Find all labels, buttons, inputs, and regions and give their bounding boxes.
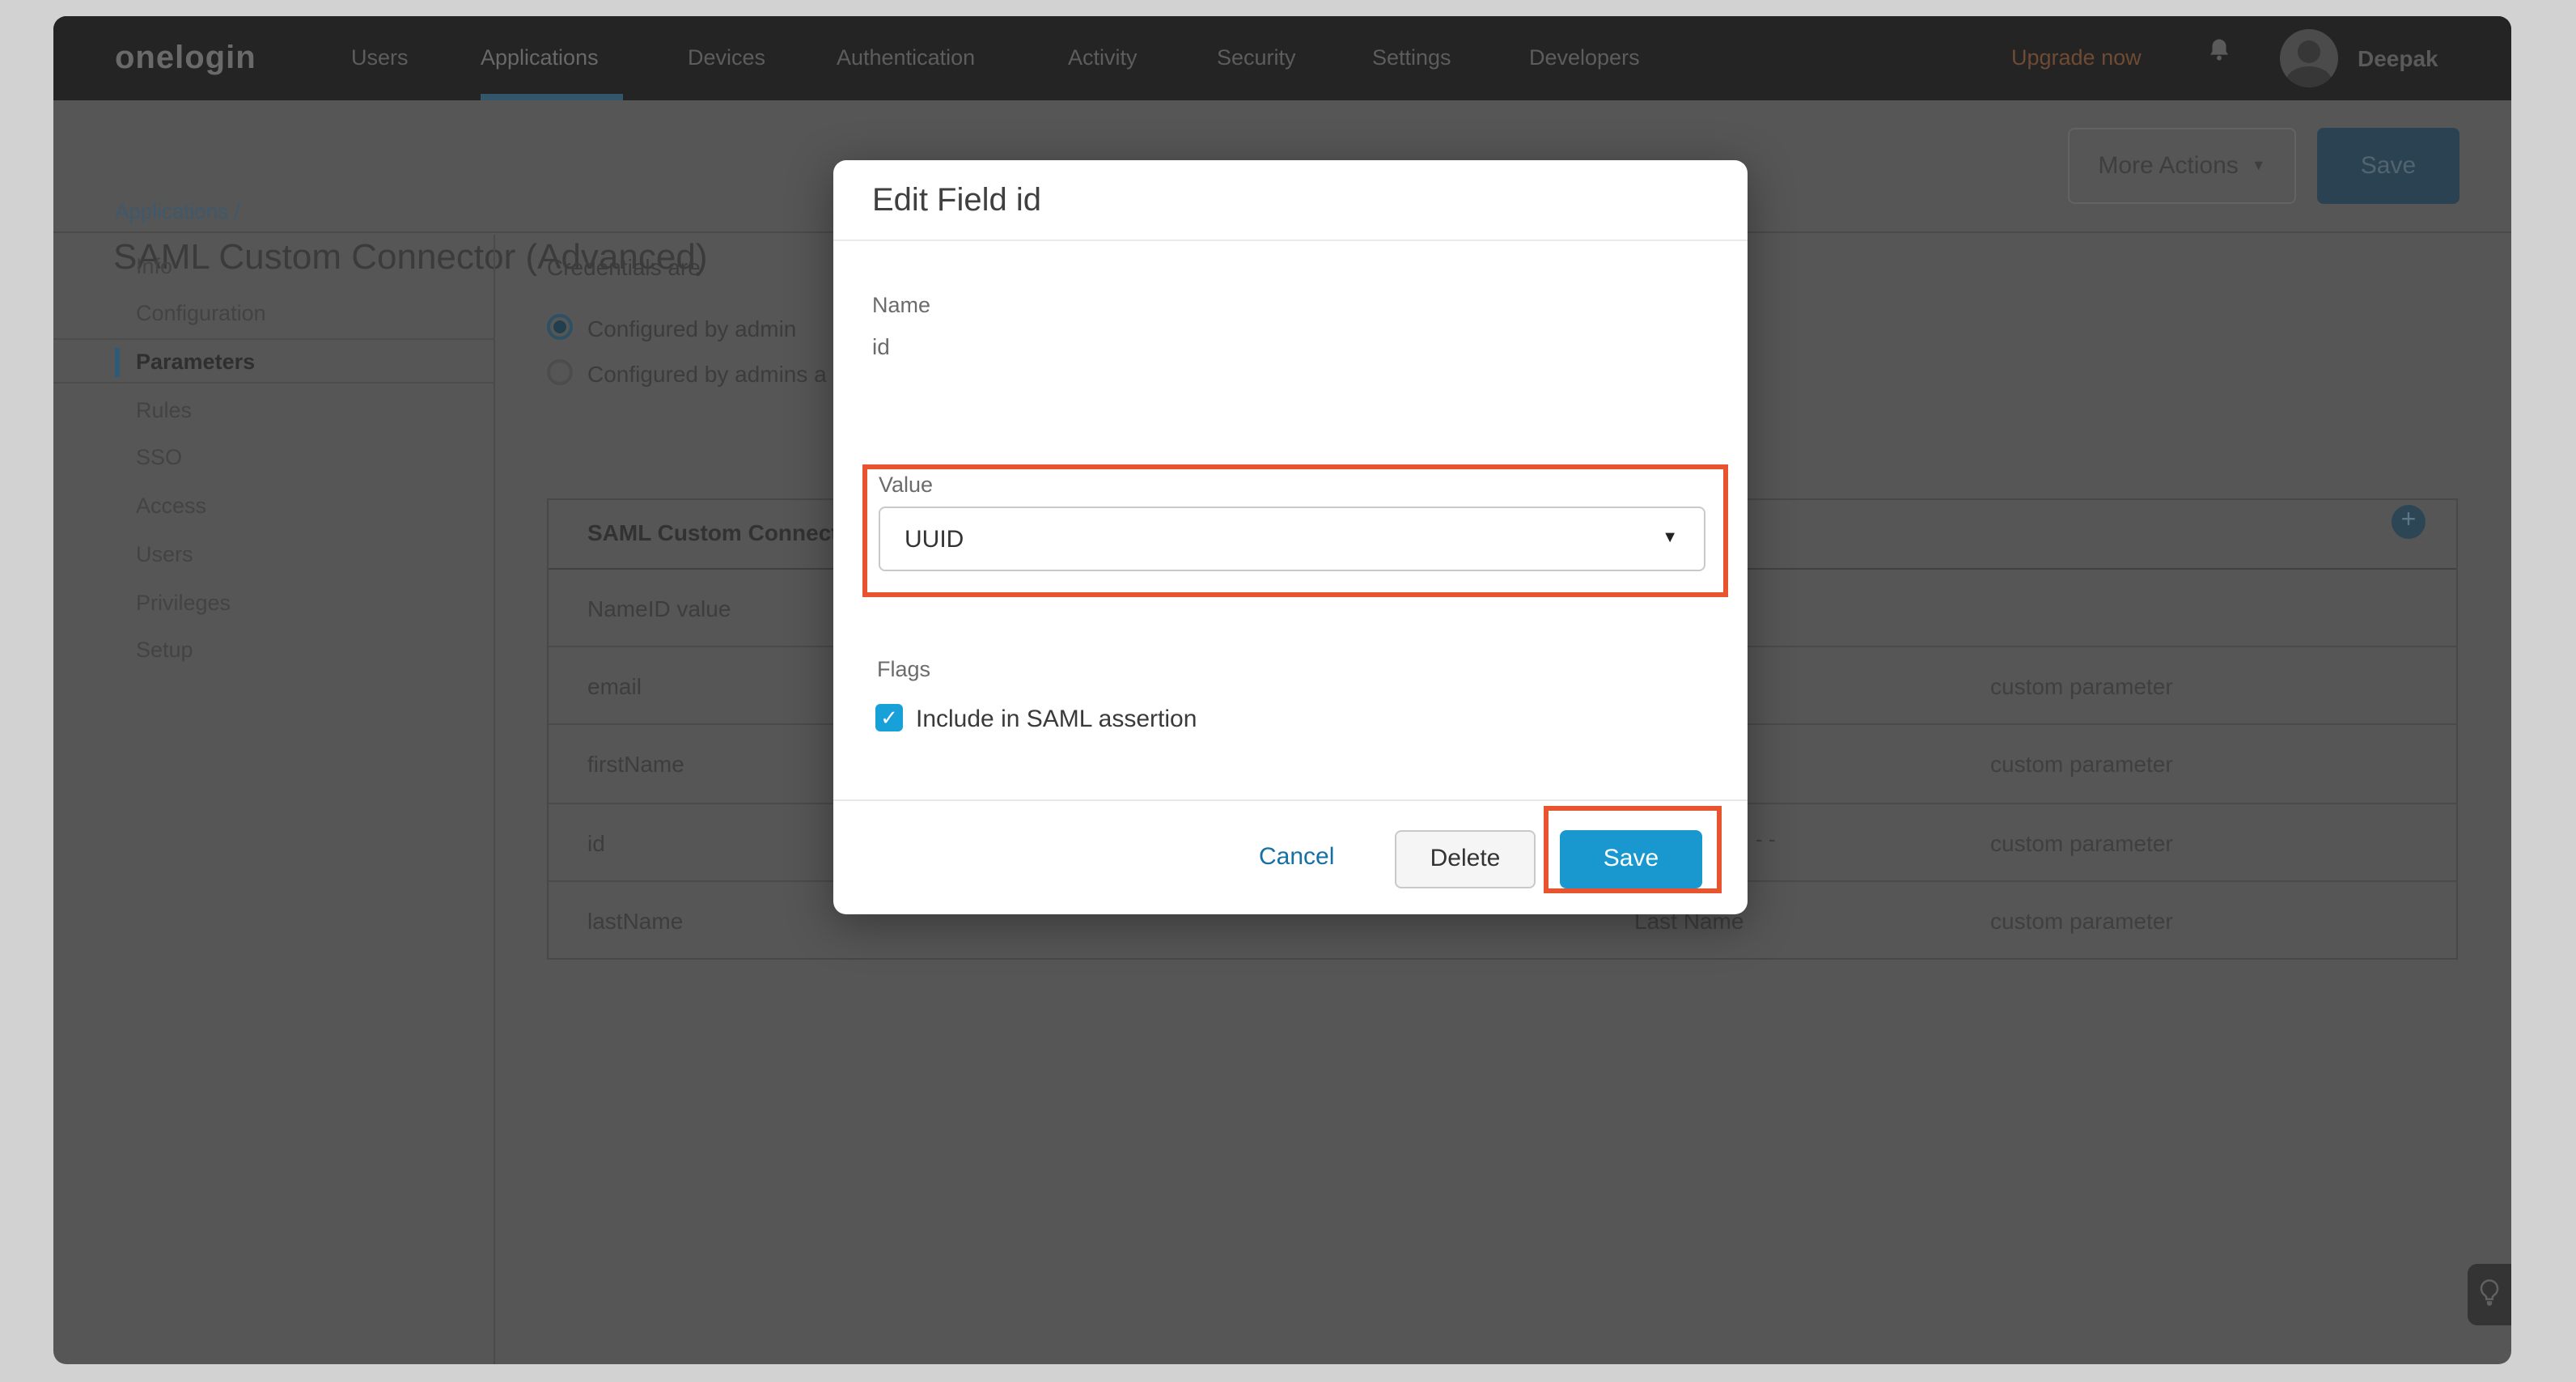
sidebar-item-sso[interactable]: SSO xyxy=(136,443,182,473)
field-type: custom parameter xyxy=(1990,829,2173,855)
radio-selected[interactable] xyxy=(547,314,573,340)
value-select[interactable]: UUID ▼ xyxy=(879,507,1705,571)
chevron-down-icon: ▼ xyxy=(2252,157,2266,173)
check-icon: ✓ xyxy=(880,706,898,730)
sidebar-item-configuration[interactable]: Configuration xyxy=(136,299,266,329)
add-parameter-button[interactable]: + xyxy=(2392,505,2426,539)
sidebar-item-users[interactable]: Users xyxy=(136,540,193,569)
name-value: id xyxy=(872,333,890,359)
radio-unselected[interactable] xyxy=(547,359,573,385)
field-name: id xyxy=(587,829,605,855)
more-actions-button[interactable]: More Actions ▼ xyxy=(2068,128,2296,204)
delete-button[interactable]: Delete xyxy=(1395,830,1536,888)
modal-title: Edit Field id xyxy=(872,183,1041,220)
include-in-saml-label: Include in SAML assertion xyxy=(916,706,1197,733)
sidebar-item-privileges[interactable]: Privileges xyxy=(136,588,231,617)
modal-header-divider xyxy=(833,240,1748,241)
sidebar-divider xyxy=(53,382,495,384)
include-in-saml-checkbox[interactable]: ✓ xyxy=(875,704,903,731)
sidebar-item-rules[interactable]: Rules xyxy=(136,396,192,425)
field-name: lastName xyxy=(587,908,683,934)
value-label: Value xyxy=(879,473,933,497)
active-item-bar xyxy=(115,348,120,377)
onelogin-logo[interactable]: onelogin xyxy=(115,16,256,100)
modal-footer-divider xyxy=(833,799,1748,801)
nav-item-developers[interactable]: Developers xyxy=(1529,16,1640,100)
chevron-down-icon: ▼ xyxy=(1662,529,1678,547)
top-nav: onelogin Users Applications Devices Auth… xyxy=(53,16,2511,100)
sidebar-item-parameters[interactable]: Parameters xyxy=(136,348,255,377)
lightbulb-icon xyxy=(2477,1277,2502,1312)
user-menu[interactable]: Deepak xyxy=(2358,16,2438,100)
sidebar-item-access[interactable]: Access xyxy=(136,492,206,521)
field-name: email xyxy=(587,673,642,699)
sidebar-divider xyxy=(53,338,495,340)
cancel-button[interactable]: Cancel xyxy=(1259,843,1334,871)
field-type: custom parameter xyxy=(1990,673,2173,699)
nav-item-devices[interactable]: Devices xyxy=(688,16,765,100)
active-tab-underline xyxy=(481,94,623,100)
user-avatar[interactable] xyxy=(2280,29,2338,87)
avatar-person-icon xyxy=(2298,40,2320,63)
value-selected-option: UUID xyxy=(905,526,964,553)
name-label: Name xyxy=(872,293,930,317)
nav-item-users[interactable]: Users xyxy=(351,16,409,100)
breadcrumb[interactable]: Applications / xyxy=(115,199,240,223)
field-name: firstName xyxy=(587,752,684,778)
sidebar-item-setup[interactable]: Setup xyxy=(136,635,193,664)
avatar-person-body xyxy=(2286,66,2332,87)
nav-item-applications[interactable]: Applications xyxy=(481,16,599,100)
sidebar: Info Configuration Parameters Rules SSO … xyxy=(53,235,495,1364)
sidebar-item-info[interactable]: Info xyxy=(136,252,172,282)
radio-label: Configured by admins a xyxy=(587,361,827,387)
nav-item-settings[interactable]: Settings xyxy=(1372,16,1451,100)
table-title: SAML Custom Connecto xyxy=(587,519,853,545)
field-name: NameID value xyxy=(587,596,731,621)
nav-item-security[interactable]: Security xyxy=(1217,16,1296,100)
flags-label: Flags xyxy=(877,657,930,681)
more-actions-label: More Actions xyxy=(2098,152,2238,180)
field-type: custom parameter xyxy=(1990,752,2173,778)
credentials-are-label: Credentials are xyxy=(547,254,701,280)
edit-field-modal: Edit Field id Name id Value UUID ▼ Flags… xyxy=(833,160,1748,914)
field-value: - - xyxy=(1756,826,1776,850)
upgrade-now-link[interactable]: Upgrade now xyxy=(2011,16,2142,100)
radio-label: Configured by admin xyxy=(587,316,796,341)
help-lightbulb-button[interactable] xyxy=(2468,1264,2511,1325)
modal-save-button[interactable]: Save xyxy=(1560,830,1702,888)
field-type: custom parameter xyxy=(1990,908,2173,934)
notifications-bell-icon[interactable] xyxy=(2205,16,2233,100)
page-save-button[interactable]: Save xyxy=(2317,128,2459,204)
nav-item-authentication[interactable]: Authentication xyxy=(837,16,975,100)
nav-item-activity[interactable]: Activity xyxy=(1068,16,1138,100)
